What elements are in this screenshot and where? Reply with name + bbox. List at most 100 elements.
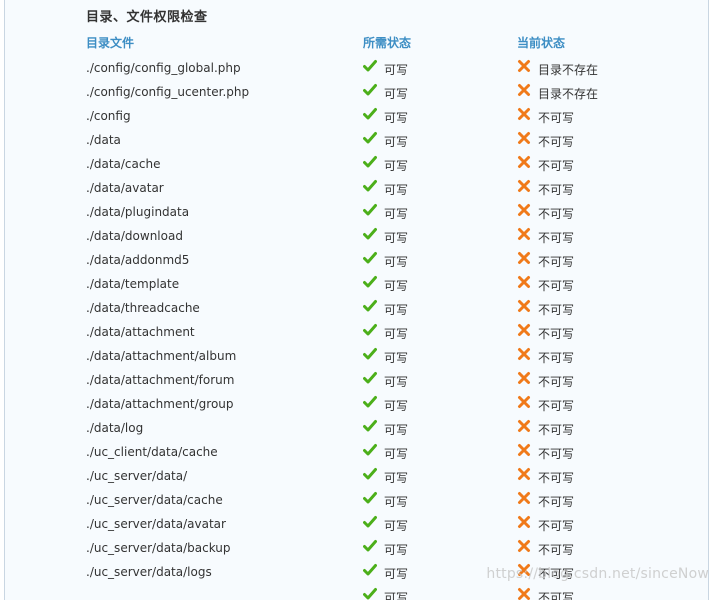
check-icon — [363, 83, 377, 97]
row-required-status: 可写 — [363, 201, 408, 225]
row-current-status: 不可写 — [517, 273, 574, 297]
row-path: ./data/cache — [86, 157, 160, 171]
cross-icon — [517, 467, 531, 481]
row-path: ./uc_server/data/cache — [86, 493, 223, 507]
row-current-status: 不可写 — [517, 297, 574, 321]
cross-icon — [517, 251, 531, 265]
row-required-status: 可写 — [363, 393, 408, 417]
required-status-label: 可写 — [384, 373, 408, 390]
table-row: ./data/plugindata可写不可写 — [5, 201, 708, 225]
row-current-status: 不可写 — [517, 153, 574, 177]
current-status-label: 不可写 — [538, 469, 574, 486]
row-current-status: 不可写 — [517, 129, 574, 153]
check-icon — [363, 251, 377, 265]
cross-icon — [517, 347, 531, 361]
row-required-status: 可写 — [363, 81, 408, 105]
required-status-label: 可写 — [384, 517, 408, 534]
current-status-label: 不可写 — [538, 325, 574, 342]
check-icon — [363, 299, 377, 313]
check-icon — [363, 443, 377, 457]
row-current-status: 不可写 — [517, 585, 574, 600]
cross-icon — [517, 443, 531, 457]
table-row: ./data/download 可写 不可写 — [5, 225, 708, 249]
current-status-label: 目录不存在 — [538, 85, 598, 102]
row-current-status: 不可写 — [517, 417, 574, 441]
current-status-label: 不可写 — [538, 541, 574, 558]
table-row: ./data/template可写不可写 — [5, 273, 708, 297]
row-path: ./data/threadcache — [86, 301, 200, 315]
row-required-status: 可写 — [363, 561, 408, 585]
row-current-status: 不可写 — [517, 201, 574, 225]
row-path: ./uc_server/data/avatar — [86, 517, 226, 531]
check-icon — [363, 203, 377, 217]
cross-icon — [517, 203, 531, 217]
current-status-label: 不可写 — [538, 229, 574, 246]
required-status-label: 可写 — [384, 253, 408, 270]
table-row: ./config/config_global.php可写目录不存在 — [5, 57, 708, 81]
table-row: ./data 可写 不可写 — [5, 129, 708, 153]
row-path: ./data/attachment/forum — [86, 373, 234, 387]
cross-icon — [517, 179, 531, 193]
row-current-status: 不可写 — [517, 465, 574, 489]
table-row: ./data/log可写不可写 — [5, 417, 708, 441]
row-path: ./data/attachment/group — [86, 397, 234, 411]
row-required-status: 可写 — [363, 369, 408, 393]
row-current-status: 不可写 — [517, 537, 574, 561]
check-icon — [363, 155, 377, 169]
cross-icon — [517, 395, 531, 409]
cross-icon — [517, 107, 531, 121]
current-status-label: 不可写 — [538, 277, 574, 294]
check-icon — [363, 179, 377, 193]
table-row: ./uc_server/data/cache可写不可写 — [5, 489, 708, 513]
row-required-status: 可写 — [363, 321, 408, 345]
row-required-status: 可写 — [363, 441, 408, 465]
current-status-label: 不可写 — [538, 421, 574, 438]
check-icon — [363, 275, 377, 289]
permission-check-panel: 目录、文件权限检查 目录文件 所需状态 当前状态 ./config/config… — [4, 0, 709, 600]
cross-icon — [517, 59, 531, 73]
section-title: 目录、文件权限检查 — [86, 6, 208, 25]
row-path: ./data — [86, 133, 121, 147]
required-status-label: 可写 — [384, 133, 408, 150]
check-icon — [363, 131, 377, 145]
row-path: ./config/config_global.php — [86, 61, 241, 75]
row-current-status: 目录不存在 — [517, 81, 598, 105]
row-path: ./data/addonmd5 — [86, 253, 189, 267]
cross-icon — [517, 227, 531, 241]
required-status-label: 可写 — [384, 541, 408, 558]
row-path: ./config/config_ucenter.php — [86, 85, 249, 99]
current-status-label: 不可写 — [538, 133, 574, 150]
row-path: ./config — [86, 109, 131, 123]
row-path: ./data/attachment/album — [86, 349, 236, 363]
row-path: ./data/download — [86, 229, 183, 243]
required-status-label: 可写 — [384, 445, 408, 462]
cross-icon — [517, 539, 531, 553]
row-current-status: 不可写 — [517, 249, 574, 273]
table-row: ./data/threadcache 可写 不可写 — [5, 297, 708, 321]
row-path: ./uc_server/data/ — [86, 469, 187, 483]
table-row: 可写不可写 — [5, 585, 708, 600]
current-status-label: 不可写 — [538, 445, 574, 462]
required-status-label: 可写 — [384, 325, 408, 342]
table-row: ./data/addonmd5 可写 不可写 — [5, 249, 708, 273]
current-status-label: 不可写 — [538, 109, 574, 126]
required-status-label: 可写 — [384, 229, 408, 246]
required-status-label: 可写 — [384, 397, 408, 414]
current-status-label: 不可写 — [538, 301, 574, 318]
check-icon — [363, 467, 377, 481]
permission-list: ./config/config_global.php可写目录不存在./confi… — [5, 57, 708, 600]
row-required-status: 可写 — [363, 489, 408, 513]
row-required-status: 可写 — [363, 249, 408, 273]
table-row: ./data/attachment/forum 可写 不可写 — [5, 369, 708, 393]
watermark: https://blog.csdn.net/sinceNow — [486, 566, 709, 582]
check-icon — [363, 587, 377, 600]
row-required-status: 可写 — [363, 153, 408, 177]
required-status-label: 可写 — [384, 301, 408, 318]
table-row: ./uc_server/data/可写不可写 — [5, 465, 708, 489]
current-status-label: 不可写 — [538, 373, 574, 390]
current-status-label: 不可写 — [538, 181, 574, 198]
row-path: ./uc_server/data/logs — [86, 565, 212, 579]
check-icon — [363, 563, 377, 577]
cross-icon — [517, 131, 531, 145]
current-status-label: 不可写 — [538, 205, 574, 222]
